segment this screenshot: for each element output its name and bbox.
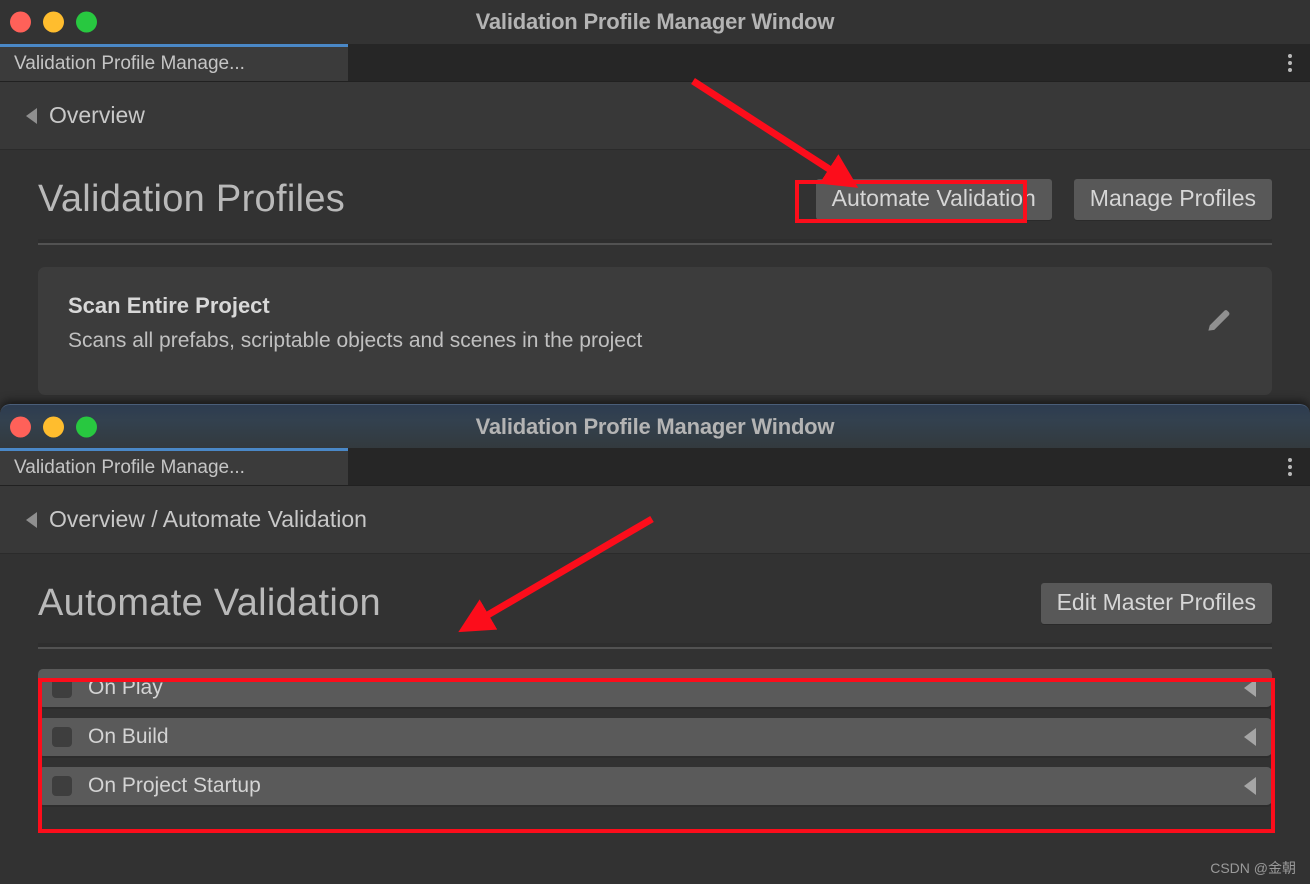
screenshot-root: Validation Profile Manager Window Valida…	[0, 0, 1310, 884]
card-description: Scans all prefabs, scriptable objects an…	[68, 329, 643, 352]
window1-head-actions: Automate Validation Manage Profiles	[815, 179, 1272, 220]
window2-titlebar: Validation Profile Manager Window	[0, 404, 1310, 448]
window2-breadcrumb[interactable]: Overview / Automate Validation	[0, 486, 1310, 554]
automate-validation-window: Validation Profile Manager Window Valida…	[0, 404, 1310, 884]
tab-validation-profile-manager[interactable]: Validation Profile Manage...	[0, 448, 348, 485]
kebab-menu-icon[interactable]	[1282, 454, 1298, 480]
checkbox-on-play[interactable]	[52, 678, 72, 698]
back-triangle-icon[interactable]	[26, 511, 37, 528]
tab-label: Validation Profile Manage...	[14, 53, 245, 74]
card-title: Scan Entire Project	[68, 293, 270, 318]
breadcrumb-label: Overview / Automate Validation	[49, 506, 367, 532]
foldout-arrow-icon[interactable]	[1244, 728, 1256, 746]
window2-page-head: Automate Validation Edit Master Profiles	[26, 554, 1284, 625]
trigger-label: On Build	[88, 725, 169, 748]
page-title: Validation Profiles	[38, 178, 346, 220]
pencil-icon[interactable]	[1204, 305, 1234, 340]
close-button[interactable]	[10, 416, 31, 437]
window1-traffic-lights[interactable]	[10, 11, 97, 33]
trigger-row-on-project-startup[interactable]: On Project Startup	[38, 767, 1272, 805]
foldout-arrow-icon[interactable]	[1244, 777, 1256, 795]
window2-title: Validation Profile Manager Window	[475, 413, 835, 439]
foldout-arrow-icon[interactable]	[1244, 679, 1256, 697]
kebab-menu-icon[interactable]	[1282, 50, 1298, 76]
manage-profiles-button[interactable]: Manage Profiles	[1073, 179, 1272, 220]
checkbox-on-project-startup[interactable]	[52, 776, 72, 796]
window2-head-actions: Edit Master Profiles	[1040, 583, 1272, 624]
window1-body: Validation Profiles Automate Validation …	[0, 150, 1310, 395]
watermark: CSDN @金朝	[1210, 860, 1296, 876]
trigger-row-on-build[interactable]: On Build	[38, 718, 1272, 756]
tab-validation-profile-manager[interactable]: Validation Profile Manage...	[0, 44, 348, 81]
header-divider	[38, 643, 1272, 649]
window2-tabstrip: Validation Profile Manage...	[0, 448, 1310, 486]
automation-trigger-list: On Play On Build On Project Startup	[38, 669, 1272, 805]
page-title: Automate Validation	[38, 582, 381, 624]
header-divider	[38, 239, 1272, 245]
scan-entire-project-card[interactable]: Scan Entire Project Scans all prefabs, s…	[38, 267, 1272, 395]
automate-validation-button[interactable]: Automate Validation	[815, 179, 1052, 220]
maximize-button[interactable]	[76, 416, 97, 437]
window2-body: Automate Validation Edit Master Profiles…	[0, 554, 1310, 884]
minimize-button[interactable]	[43, 11, 64, 33]
trigger-row-on-play[interactable]: On Play	[38, 669, 1272, 707]
validation-profiles-window: Validation Profile Manager Window Valida…	[0, 0, 1310, 404]
tab-label: Validation Profile Manage...	[14, 457, 245, 478]
window1-titlebar: Validation Profile Manager Window	[0, 0, 1310, 44]
maximize-button[interactable]	[76, 11, 97, 33]
window1-title: Validation Profile Manager Window	[475, 9, 835, 34]
card-text: Scan Entire Project Scans all prefabs, s…	[68, 293, 642, 353]
close-button[interactable]	[10, 11, 31, 33]
window1-page-head: Validation Profiles Automate Validation …	[26, 150, 1284, 221]
trigger-label: On Play	[88, 676, 163, 699]
window2-traffic-lights[interactable]	[10, 416, 97, 437]
window1-breadcrumb[interactable]: Overview	[0, 82, 1310, 150]
checkbox-on-build[interactable]	[52, 727, 72, 747]
breadcrumb-label: Overview	[49, 102, 145, 128]
edit-master-profiles-button[interactable]: Edit Master Profiles	[1040, 583, 1272, 624]
window1-tabstrip: Validation Profile Manage...	[0, 44, 1310, 82]
trigger-label: On Project Startup	[88, 774, 261, 797]
back-triangle-icon[interactable]	[26, 107, 37, 124]
minimize-button[interactable]	[43, 416, 64, 437]
